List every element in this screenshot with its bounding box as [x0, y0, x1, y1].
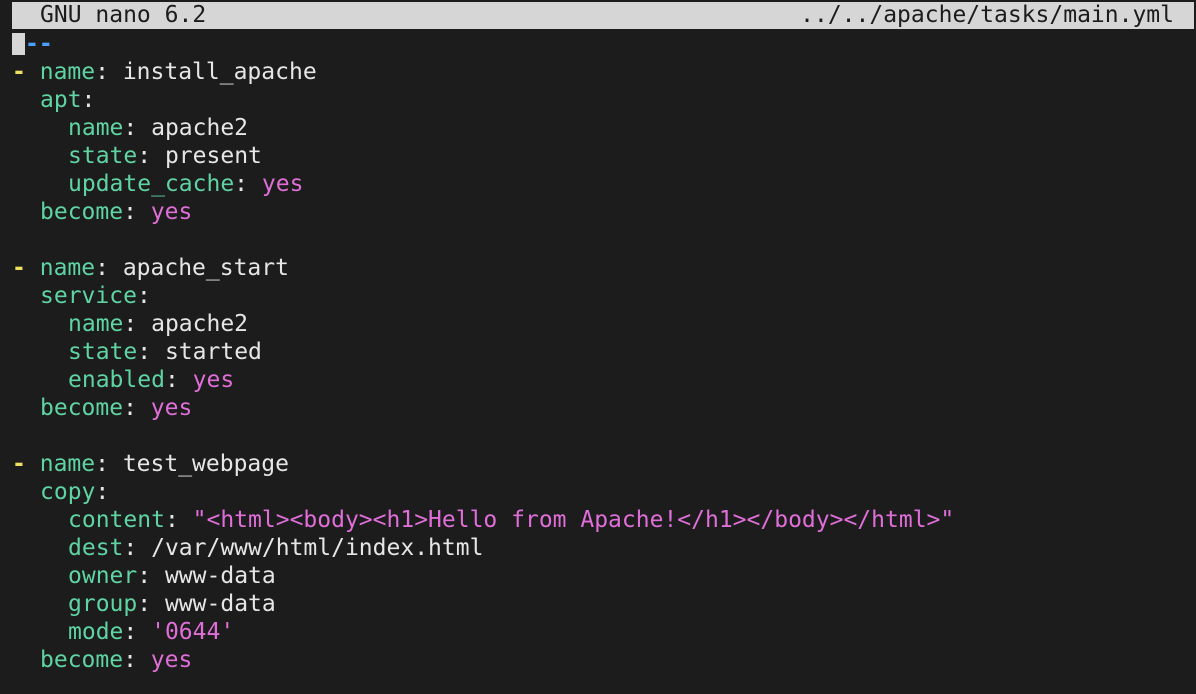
list-dash: - — [12, 59, 26, 85]
param-line: group: www-data — [68, 591, 276, 617]
become-line: become: yes — [40, 647, 193, 673]
param-value: apache2 — [151, 311, 249, 337]
param-value: yes — [192, 367, 235, 393]
param-line: dest: /var/www/html/index.html — [68, 535, 484, 561]
param-key: group — [68, 591, 138, 617]
param-value: yes — [261, 171, 304, 197]
param-line: content: "<html><body><h1>Hello from Apa… — [68, 507, 955, 533]
module-line: apt: — [40, 87, 96, 113]
task-name-line: - name: apache_start — [12, 255, 289, 281]
param-value: started — [164, 339, 262, 365]
list-dash: - — [12, 451, 26, 477]
module-key: copy — [40, 479, 96, 505]
become-line: become: yes — [40, 395, 193, 421]
become-value: yes — [150, 647, 193, 673]
become-value: yes — [150, 199, 193, 225]
param-key: name — [68, 115, 124, 141]
param-key: name — [68, 311, 124, 337]
nano-title-bar: GNU nano 6.2 ../../apache/tasks/main.yml — [12, 2, 1194, 29]
param-key: dest — [68, 535, 124, 561]
module-line: service: — [40, 283, 151, 309]
become-value: yes — [150, 395, 193, 421]
yaml-document-marker: -- — [25, 31, 53, 57]
param-value: www-data — [164, 591, 276, 617]
param-line: enabled: yes — [68, 367, 235, 393]
editor-text-area[interactable]: -- - name: install_apache apt: name: apa… — [12, 30, 1196, 674]
param-line: owner: www-data — [68, 563, 276, 589]
param-value: apache2 — [151, 115, 249, 141]
document-start-line: -- — [12, 30, 1196, 58]
param-line: name: apache2 — [68, 311, 249, 337]
param-value: "<html><body><h1>Hello from Apache!</h1>… — [192, 507, 955, 533]
file-path-label: ../../apache/tasks/main.yml — [800, 2, 1174, 28]
param-line: update_cache: yes — [68, 171, 304, 197]
module-key: service — [40, 283, 137, 309]
param-key: update_cache — [68, 171, 235, 197]
param-line: state: present — [68, 143, 262, 169]
param-value: present — [164, 143, 262, 169]
become-line: become: yes — [40, 199, 193, 225]
param-key: state — [68, 339, 138, 365]
param-key: state — [68, 143, 138, 169]
param-key: content — [68, 507, 165, 533]
task-name-value: test_webpage — [122, 451, 289, 477]
param-value: /var/www/html/index.html — [151, 535, 484, 561]
param-key: enabled — [68, 367, 165, 393]
task-name-line: - name: test_webpage — [12, 451, 289, 477]
param-line: name: apache2 — [68, 115, 249, 141]
param-line: mode: '0644' — [68, 619, 235, 645]
become-key: become — [40, 647, 124, 673]
yaml-key: name — [39, 59, 96, 85]
param-value: www-data — [164, 563, 276, 589]
app-version-label: GNU nano 6.2 — [40, 2, 207, 28]
become-key: become — [40, 395, 124, 421]
list-dash: - — [12, 255, 26, 281]
module-key: apt — [40, 87, 82, 113]
text-cursor — [12, 33, 25, 55]
param-value: '0644' — [151, 619, 235, 645]
task-name-line: - name: install_apache — [12, 59, 317, 85]
terminal-window[interactable]: GNU nano 6.2 ../../apache/tasks/main.yml… — [0, 0, 1196, 694]
param-key: mode — [68, 619, 124, 645]
yaml-key: name — [39, 255, 96, 281]
become-key: become — [40, 199, 124, 225]
module-line: copy: — [40, 479, 110, 505]
task-name-value: install_apache — [122, 59, 317, 85]
param-line: state: started — [68, 339, 262, 365]
param-key: owner — [68, 563, 138, 589]
yaml-key: name — [39, 451, 96, 477]
task-name-value: apache_start — [122, 255, 289, 281]
